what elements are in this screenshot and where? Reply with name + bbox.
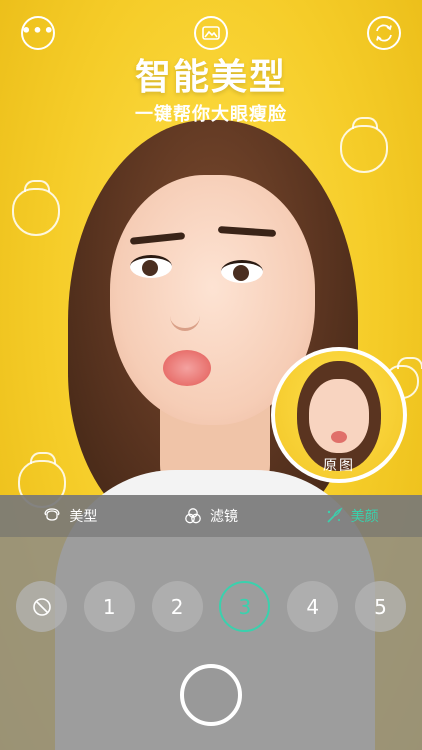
portrait-eye — [130, 255, 172, 278]
tab-beauty[interactable]: 美颜 — [281, 495, 422, 537]
no-effect-icon — [32, 597, 51, 616]
tab-beauty-label: 美颜 — [350, 509, 379, 525]
promo-headline: 智能美型 — [134, 57, 287, 98]
original-label: 原图 — [323, 458, 355, 474]
tab-filter-label: 滤镜 — [210, 509, 238, 525]
tab-reshape[interactable]: 美型 — [0, 495, 141, 537]
beauty-brush-icon — [327, 507, 343, 523]
level-3-button[interactable]: 3 — [219, 581, 271, 632]
level-2-button[interactable]: 2 — [151, 581, 203, 632]
filter-circles-icon — [185, 508, 201, 524]
strawberry-doodle — [12, 180, 60, 236]
portrait-nose — [170, 300, 200, 331]
switch-camera-icon — [376, 24, 392, 42]
gallery-icon — [202, 26, 220, 40]
level-5-button[interactable]: 5 — [354, 581, 406, 632]
more-button[interactable]: ••• — [21, 16, 55, 50]
original-photo-thumbnail[interactable]: 原图 — [271, 347, 407, 483]
level-1-button[interactable]: 1 — [83, 581, 135, 632]
camera-screen: ••• 智能美型 一键帮你大眼瘦脸 原图 美型 滤镜 美颜 1 2 3 4 5 — [0, 0, 422, 750]
strawberry-doodle — [340, 117, 388, 173]
switch-camera-button[interactable] — [367, 16, 401, 50]
face-outline-icon — [44, 508, 60, 521]
tab-reshape-label: 美型 — [69, 509, 98, 525]
more-dots-icon: ••• — [21, 21, 55, 40]
portrait-lips — [163, 350, 211, 386]
gallery-button[interactable] — [194, 16, 228, 50]
thumbnail-lips — [331, 431, 347, 443]
tab-filter[interactable]: 滤镜 — [141, 495, 282, 537]
promo-subline: 一键帮你大眼瘦脸 — [135, 104, 287, 125]
feature-tabs: 美型 滤镜 美颜 — [0, 495, 422, 537]
portrait-eye — [221, 260, 263, 283]
level-4-button[interactable]: 4 — [287, 581, 339, 632]
shutter-button[interactable] — [180, 664, 242, 726]
level-off-button[interactable] — [16, 581, 67, 632]
beauty-panel: 美型 滤镜 美颜 1 2 3 4 5 — [0, 495, 422, 750]
beauty-level-selector: 1 2 3 4 5 — [16, 581, 406, 632]
